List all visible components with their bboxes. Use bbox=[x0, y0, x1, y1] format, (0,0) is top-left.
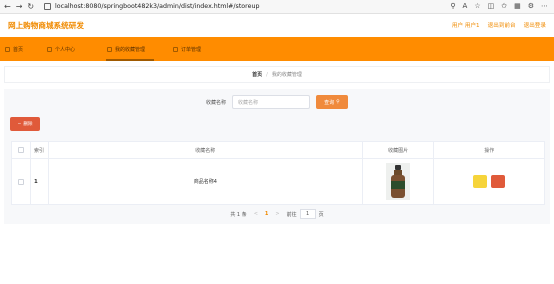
favorite-star-icon[interactable]: ☆ bbox=[474, 2, 480, 11]
header-picture: 收藏图片 bbox=[362, 142, 435, 158]
zoom-icon[interactable]: ⚲ bbox=[450, 2, 455, 11]
exit-to-front-link[interactable]: 退出到前台 bbox=[488, 21, 516, 29]
breadcrumb-separator: / bbox=[266, 71, 268, 78]
row-delete-button[interactable] bbox=[491, 175, 506, 188]
nav-item-favorites[interactable]: 我的收藏管理 bbox=[102, 37, 159, 61]
search-placeholder: 收藏名称 bbox=[238, 99, 259, 106]
detail-button[interactable] bbox=[473, 175, 488, 188]
header-index: 索引 bbox=[30, 142, 49, 158]
search-button-label: 查询 bbox=[324, 99, 335, 106]
search-button[interactable]: 查询 ⚲ bbox=[316, 95, 348, 109]
user-name: 用户 用户1 bbox=[451, 23, 480, 29]
row-index-value: 1 bbox=[33, 178, 38, 185]
delete-button-label: 删除 bbox=[23, 122, 33, 127]
read-aloud-icon[interactable]: A bbox=[463, 2, 468, 11]
top-nav: 首页 个人中心 我的收藏管理 订单管理 bbox=[0, 37, 554, 61]
delete-icon: − bbox=[17, 121, 22, 127]
nav-item-home[interactable]: 首页 bbox=[0, 37, 36, 61]
app-header: 网上购物商城系统研发 用户 用户1 退出到前台 退出登录 bbox=[0, 14, 554, 36]
logout-link[interactable]: 退出登录 bbox=[524, 21, 546, 29]
star-icon bbox=[107, 46, 113, 52]
arrow-left-icon[interactable]: ← bbox=[4, 2, 11, 12]
pagination-total: 共 1 条 bbox=[230, 211, 247, 218]
select-all-checkbox[interactable] bbox=[17, 147, 24, 153]
nav-item-orders[interactable]: 订单管理 bbox=[168, 37, 214, 61]
breadcrumb-current: 我的收藏管理 bbox=[271, 72, 302, 78]
row-actions bbox=[473, 175, 506, 188]
search-label: 收藏名称 bbox=[205, 99, 226, 106]
breadcrumb: 首页 / 我的收藏管理 bbox=[4, 66, 550, 83]
breadcrumb-home[interactable]: 首页 bbox=[252, 71, 262, 78]
content-panel: 收藏名称 收藏名称 查询 ⚲ − 删除 索引 收藏名称 收藏图片 操作 1 商品… bbox=[4, 89, 550, 224]
header-operation: 操作 bbox=[434, 142, 545, 158]
info-icon[interactable] bbox=[44, 3, 51, 10]
header-name: 收藏名称 bbox=[48, 142, 363, 158]
collections-icon[interactable]: ▦ bbox=[514, 2, 521, 11]
page-unit-label: 页 bbox=[318, 211, 324, 218]
app-title: 网上购物商城系统研发 bbox=[8, 20, 84, 30]
nav-item-profile[interactable]: 个人中心 bbox=[42, 37, 88, 61]
header-checkbox-cell bbox=[12, 142, 31, 158]
reload-icon[interactable]: ↻ bbox=[27, 2, 34, 12]
row-checkbox[interactable] bbox=[17, 178, 24, 185]
more-icon[interactable]: ⋯ bbox=[541, 2, 548, 11]
url-text[interactable]: localhost:8080/springboot482k3/admin/dis… bbox=[55, 3, 259, 10]
page-number[interactable]: 1 bbox=[265, 211, 268, 217]
row-checkbox-cell bbox=[12, 159, 31, 204]
search-icon: ⚲ bbox=[336, 99, 340, 105]
row-operation-cell bbox=[434, 159, 544, 204]
browser-tools: ⚲ A ☆ ◫ ✩ ▦ ⚙ ⋯ bbox=[450, 2, 554, 11]
table-header-row: 索引 收藏名称 收藏图片 操作 bbox=[12, 142, 545, 159]
arrow-right-icon[interactable]: → bbox=[16, 2, 23, 12]
batch-delete-button[interactable]: − 删除 bbox=[10, 117, 40, 131]
nav-label: 个人中心 bbox=[55, 46, 76, 53]
extensions-icon[interactable]: ⚙ bbox=[528, 2, 534, 11]
favorites-table: 索引 收藏名称 收藏图片 操作 1 商品名称4 bbox=[11, 141, 545, 205]
row-index: 1 bbox=[31, 159, 49, 204]
search-row: 收藏名称 收藏名称 查询 ⚲ bbox=[4, 94, 550, 110]
next-page-icon[interactable]: > bbox=[275, 211, 279, 217]
row-picture-cell bbox=[363, 159, 435, 204]
row-name: 商品名称4 bbox=[49, 159, 363, 204]
split-screen-icon[interactable]: ◫ bbox=[488, 2, 495, 11]
product-image bbox=[386, 163, 411, 200]
browser-nav: ← → ↻ bbox=[0, 2, 40, 12]
prev-page-icon[interactable]: < bbox=[254, 211, 258, 217]
page-jump: 前往 1 页 bbox=[287, 209, 324, 219]
nav-label: 首页 bbox=[13, 46, 24, 53]
goto-label: 前往 bbox=[286, 211, 297, 218]
order-icon bbox=[173, 46, 179, 52]
search-input[interactable]: 收藏名称 bbox=[232, 95, 310, 109]
goto-input[interactable]: 1 bbox=[299, 209, 316, 219]
nav-label: 我的收藏管理 bbox=[115, 46, 146, 53]
address-bar[interactable]: localhost:8080/springboot482k3/admin/dis… bbox=[44, 2, 450, 12]
favorites-icon[interactable]: ✩ bbox=[501, 2, 507, 11]
pagination: 共 1 条 < 1 > 前往 1 页 bbox=[4, 208, 550, 220]
browser-chrome: ← → ↻ localhost:8080/springboot482k3/adm… bbox=[0, 0, 554, 14]
header-links: 用户 用户1 退出到前台 退出登录 bbox=[452, 21, 546, 29]
user-icon bbox=[47, 46, 53, 52]
home-icon bbox=[5, 46, 10, 52]
table-row: 1 商品名称4 bbox=[12, 159, 544, 204]
nav-label: 订单管理 bbox=[181, 46, 202, 53]
